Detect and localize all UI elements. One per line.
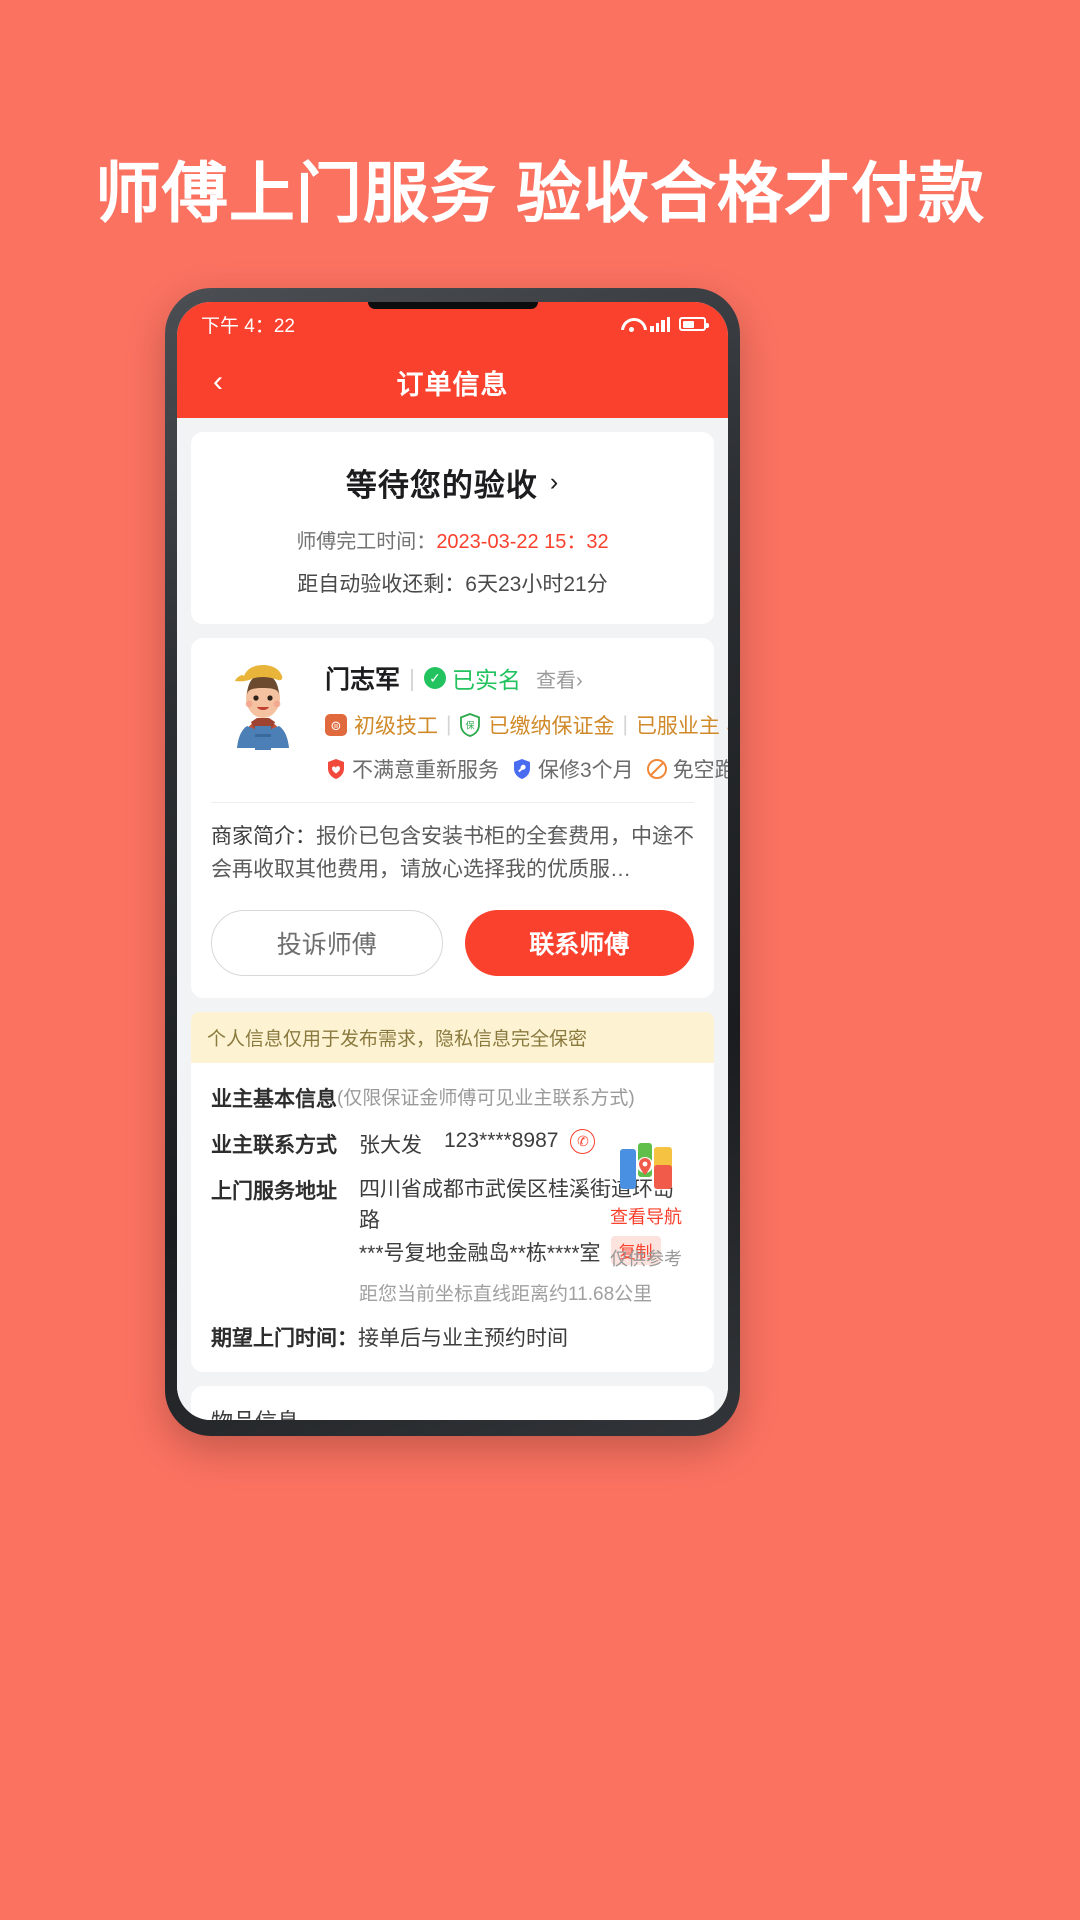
owner-address-line2: ***号复地金融岛**栋****室 (359, 1241, 601, 1265)
merchant-description-label: 商家简介： (211, 825, 316, 848)
poster-page: 师傅上门服务 验收合格才付款 下午 4：22 ‹ 订单信息 等待您的验收 › 师… (0, 0, 1080, 1920)
wrench-shield-icon (514, 759, 530, 779)
wifi-icon (621, 317, 641, 332)
phone-mockup: 下午 4：22 ‹ 订单信息 等待您的验收 › 师傅完工时间：2023-03-2… (165, 288, 740, 1436)
owner-expect-value: 接单后与业主预约时间 (358, 1327, 568, 1351)
owner-section-title-row: 业主基本信息 (仅限保证金师傅可见业主联系方式) (211, 1083, 694, 1113)
guarantee-warranty: 保修3个月 (511, 754, 634, 784)
worker-tag-level-label: 初级技工 (354, 715, 438, 738)
contact-button[interactable]: 联系师傅 (464, 910, 694, 977)
order-status-title[interactable]: 等待您的验收 › (346, 460, 559, 505)
worker-tag-level: ⊜ 初级技工 (325, 710, 438, 740)
divider: | (409, 664, 415, 691)
owner-section-subtitle: (仅限保证金师傅可见业主联系方式) (337, 1088, 635, 1110)
goods-section-title: 物品信息 (211, 1404, 694, 1420)
worker-guarantee-row: 不满意重新服务 保修3个月 免空跑费 (325, 754, 728, 784)
worker-tag-served-count: 49次 (727, 710, 728, 740)
owner-contact-phone: 123****8987 (444, 1129, 559, 1153)
owner-contact-name: 张大发 (359, 1134, 422, 1158)
svg-text:保: 保 (466, 720, 475, 731)
owner-info-card: 业主基本信息 (仅限保证金师傅可见业主联系方式) 业主联系方式 张大发 123*… (191, 1063, 714, 1373)
nav-bar: ‹ 订单信息 (177, 346, 728, 418)
level-badge-icon: ⊜ (325, 714, 347, 736)
signal-icon (650, 316, 670, 332)
goods-card: 物品信息 挂机空调维修 ¥240.0 枝形吊灯安装（1 (191, 1386, 714, 1420)
worker-tag-deposit-label: 已缴纳保证金 (488, 715, 615, 738)
owner-expect-label: 期望上门时间： (211, 1327, 358, 1351)
owner-address-label: 上门服务地址 (211, 1180, 337, 1204)
guarantee-warranty-label: 保修3个月 (538, 759, 634, 782)
navigation-box[interactable]: 查看导航 仅供参考 (600, 1141, 692, 1271)
finish-time-row: 师傅完工时间：2023-03-22 15：32 (209, 525, 696, 554)
view-profile-link[interactable]: 查看› (536, 664, 583, 693)
navigation-label[interactable]: 查看导航 (600, 1203, 692, 1229)
worker-action-row: 投诉师傅 联系师傅 (211, 910, 694, 977)
auto-accept-countdown: 距自动验收还剩：6天23小时21分 (297, 573, 608, 596)
verified-label: 已实名 (452, 667, 521, 693)
owner-address-distance: 距您当前坐标直线距离约11.68公里 (359, 1284, 653, 1306)
owner-expect-row: 期望上门时间： 接单后与业主预约时间 (211, 1322, 694, 1352)
divider: | (622, 713, 628, 736)
guarantee-nofee: 免空跑费 (646, 754, 728, 784)
privacy-notice: 个人信息仅用于发布需求，隐私信息完全保密 (191, 1012, 714, 1064)
worker-tag-served-label: 已服业主 (635, 715, 720, 738)
guarantee-reservice-label: 不满意重新服务 (352, 759, 499, 782)
chevron-right-icon: › (549, 468, 560, 496)
owner-section-title: 业主基本信息 (211, 1088, 337, 1112)
divider: | (446, 713, 452, 736)
phone-call-icon[interactable]: ✆ (570, 1129, 596, 1155)
status-time: 下午 4：22 (201, 315, 295, 337)
check-icon: ✓ (424, 667, 446, 689)
finish-time-label: 师傅完工时间： (296, 531, 437, 553)
worker-name: 门志军 (325, 666, 401, 694)
navigation-sub: 仅供参考 (610, 1249, 682, 1270)
complain-button[interactable]: 投诉师傅 (211, 910, 443, 977)
poster-headline: 师傅上门服务 验收合格才付款 (94, 156, 986, 230)
worker-name-row: 门志军 | ✓ 已实名 查看› (325, 660, 728, 696)
back-icon[interactable]: ‹ (201, 365, 235, 399)
worker-info: 门志军 | ✓ 已实名 查看› ⊜ 初级技工 | 保 已缴纳保证金 | 已服业主… (325, 656, 728, 784)
guarantee-reservice: 不满意重新服务 (325, 754, 499, 784)
owner-contact-label: 业主联系方式 (211, 1134, 337, 1158)
avatar[interactable] (211, 656, 315, 760)
order-status-text: 等待您的验收 (345, 468, 538, 503)
page-title: 订单信息 (396, 369, 509, 400)
shield-icon: 保 (459, 713, 481, 737)
no-fee-icon (646, 759, 667, 779)
worker-tags-row: ⊜ 初级技工 | 保 已缴纳保证金 | 已服业主 (325, 710, 728, 740)
verified-badge: ✓ 已实名 (424, 661, 521, 695)
guarantee-nofee-label: 免空跑费 (672, 759, 728, 782)
scroll-body[interactable]: 等待您的验收 › 师傅完工时间：2023-03-22 15：32 距自动验收还剩… (177, 418, 728, 1420)
status-icon-group (621, 316, 709, 332)
battery-icon (679, 317, 709, 331)
heart-shield-icon (328, 759, 344, 779)
order-status-card[interactable]: 等待您的验收 › 师傅完工时间：2023-03-22 15：32 距自动验收还剩… (191, 432, 714, 624)
finish-time-value: 2023-03-22 15：32 (436, 531, 609, 553)
worker-tag-served: 已服业主 49次 (636, 710, 728, 740)
merchant-description: 商家简介：报价已包含安装书柜的全套费用，中途不会再收取其他费用，请放心选择我的优… (211, 802, 694, 886)
worker-card: 门志军 | ✓ 已实名 查看› ⊜ 初级技工 | 保 已缴纳保证金 | 已服业主… (191, 638, 728, 999)
worker-tag-deposit: 保 已缴纳保证金 (459, 710, 614, 740)
phone-screen: 下午 4：22 ‹ 订单信息 等待您的验收 › 师傅完工时间：2023-03-2… (177, 302, 728, 1420)
phone-notch (367, 302, 538, 309)
worker-header: 门志军 | ✓ 已实名 查看› ⊜ 初级技工 | 保 已缴纳保证金 | 已服业主… (211, 656, 728, 784)
map-icon (618, 1141, 674, 1197)
